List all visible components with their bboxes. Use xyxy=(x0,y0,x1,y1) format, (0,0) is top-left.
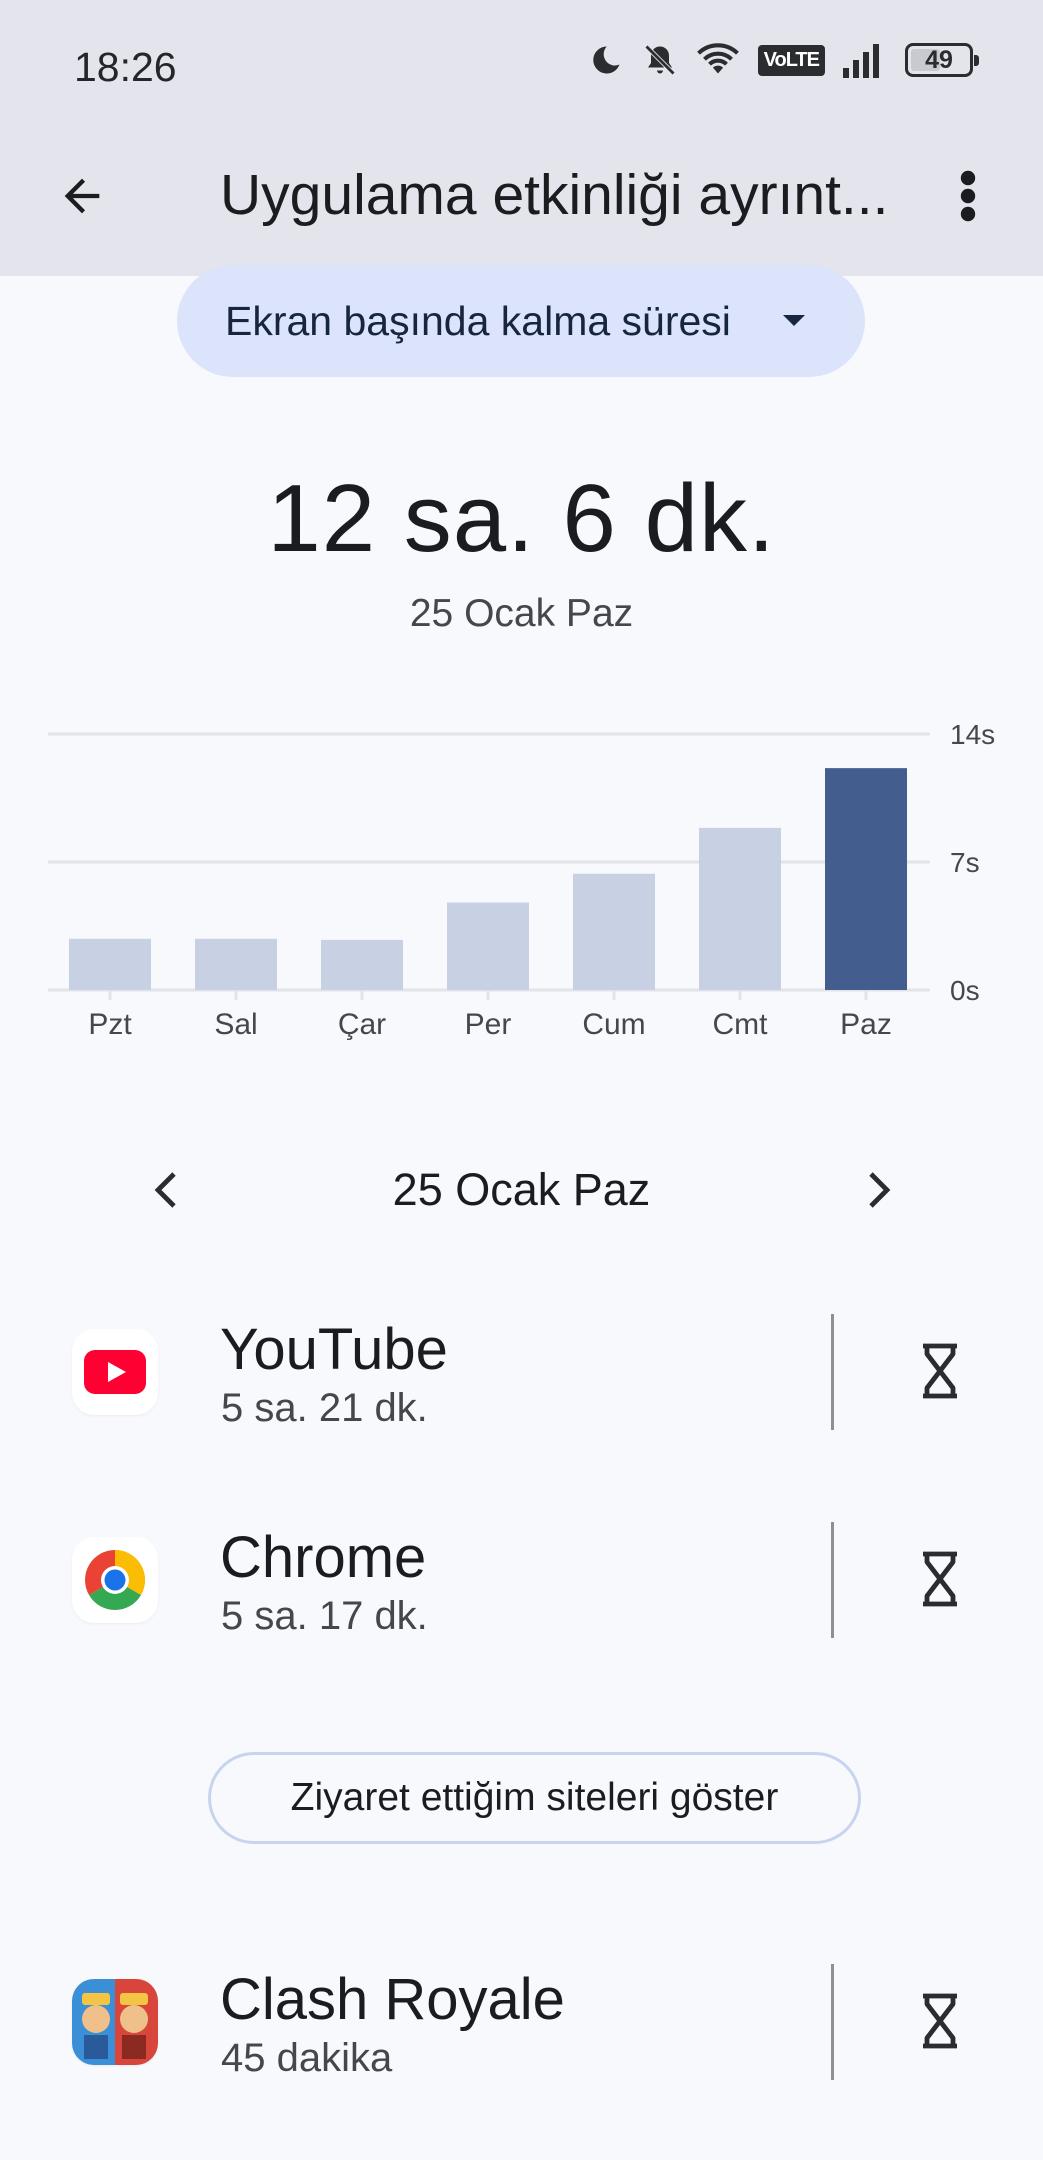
app-row-youtube[interactable]: YouTube 5 sa. 21 dk. xyxy=(0,1296,1043,1446)
app-usage-time: 45 dakika xyxy=(221,2036,393,2080)
app-timer-button[interactable] xyxy=(905,1539,975,1619)
divider xyxy=(831,1964,834,2080)
status-time: 18:26 xyxy=(74,44,177,90)
show-visited-sites-button[interactable]: Ziyaret ettiğim siteleri göster xyxy=(208,1752,861,1844)
app-usage-time: 5 sa. 17 dk. xyxy=(221,1594,428,1638)
signal-icon xyxy=(843,44,879,78)
metric-selector-dropdown[interactable]: Ekran başında kalma süresi xyxy=(177,265,865,377)
divider xyxy=(831,1522,834,1638)
hourglass-icon xyxy=(923,1993,957,2049)
chart-bar[interactable] xyxy=(447,902,529,990)
chart-bar[interactable] xyxy=(825,768,907,990)
volte-icon: VoLTE xyxy=(757,44,825,76)
chart-x-tick-label: Cmt xyxy=(713,1008,769,1041)
chart-y-tick-label: 14s xyxy=(950,719,995,750)
status-icons: VoLTE 49 xyxy=(588,42,979,78)
total-screen-time: 12 sa. 6 dk. xyxy=(267,465,776,572)
arrow-back-icon xyxy=(64,178,100,214)
chart-x-tick-label: Cum xyxy=(582,1008,645,1041)
app-timer-button[interactable] xyxy=(905,1331,975,1411)
battery-icon: 49 xyxy=(905,43,979,77)
chart-y-tick-label: 0s xyxy=(950,975,980,1006)
chart-bar[interactable] xyxy=(699,827,781,990)
chart-bar[interactable] xyxy=(573,873,655,990)
chart-x-tick-label: Pzt xyxy=(88,1008,132,1041)
more-vert-icon xyxy=(960,170,976,222)
app-row-clash-royale[interactable]: Clash Royale 45 dakika xyxy=(0,1946,1043,2096)
summary-date: 25 Ocak Paz xyxy=(409,592,634,635)
chrome-icon xyxy=(72,1537,158,1623)
bell-off-icon xyxy=(644,44,675,76)
youtube-icon xyxy=(72,1329,158,1415)
app-name: Clash Royale xyxy=(220,1967,565,2032)
more-options-button[interactable] xyxy=(946,166,990,226)
hourglass-icon xyxy=(923,1343,957,1399)
chart-x-tick-label: Per xyxy=(465,1008,512,1041)
app-usage-time: 5 sa. 21 dk. xyxy=(221,1386,428,1430)
battery-level: 49 xyxy=(925,45,953,74)
chart-x-tick-label: Paz xyxy=(840,1008,892,1041)
chart-bar[interactable] xyxy=(321,939,403,990)
arrow-drop-down-icon xyxy=(783,315,805,326)
show-visited-sites-label: Ziyaret ettiğim siteleri göster xyxy=(290,1776,779,1819)
date-navigator: 25 Ocak Paz xyxy=(0,1150,1043,1230)
page-title: Uygulama etkinliği ayrınt... xyxy=(220,163,889,227)
back-button[interactable] xyxy=(52,166,112,226)
hourglass-icon xyxy=(923,1551,957,1607)
chevron-right-icon xyxy=(869,1172,891,1208)
clash-royale-icon xyxy=(72,1979,158,2065)
chart-bar[interactable] xyxy=(69,938,151,990)
weekly-usage-chart: 0s 7s 14s Pzt Sal Çar Per Cum Cmt Paz xyxy=(48,719,995,1041)
wifi-icon xyxy=(696,43,739,74)
app-row-chrome[interactable]: Chrome 5 sa. 17 dk. xyxy=(0,1504,1043,1654)
moon-icon xyxy=(592,46,620,74)
app-timer-button[interactable] xyxy=(905,1981,975,2061)
app-name: Chrome xyxy=(220,1525,427,1590)
chart-bar[interactable] xyxy=(195,938,277,990)
chart-x-tick-label: Sal xyxy=(214,1008,257,1041)
divider xyxy=(831,1314,834,1430)
app-name: YouTube xyxy=(220,1317,448,1382)
chart-x-tick-label: Çar xyxy=(338,1008,386,1041)
chart-y-tick-label: 7s xyxy=(950,847,980,878)
top-app-bar: 18:26 VoLTE 49 Uygulama etkinliği ayrınt… xyxy=(0,0,1043,276)
next-day-button[interactable] xyxy=(855,1160,905,1220)
metric-selector-label: Ekran başında kalma süresi xyxy=(225,297,731,344)
